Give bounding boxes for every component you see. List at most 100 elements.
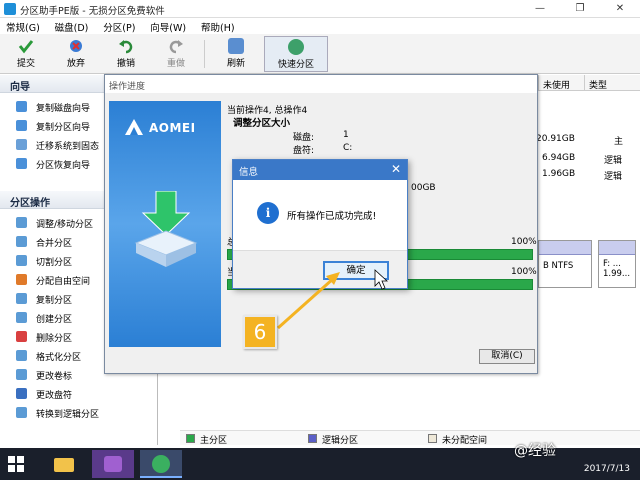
- row1-unused: 20.91GB: [536, 134, 575, 144]
- item-label: 转换到逻辑分区: [36, 410, 100, 420]
- migrate-icon: [16, 139, 27, 150]
- item-label: 删除分区: [36, 334, 73, 344]
- copy-partition-icon: [16, 120, 27, 131]
- create-icon: [16, 312, 27, 323]
- operation-name: 调整分区大小: [233, 118, 291, 129]
- disk-arrow-icon: [134, 191, 198, 267]
- undo-button[interactable]: 撤销: [106, 36, 146, 72]
- brand-name: AOMEI: [149, 121, 196, 135]
- recovery-icon: [16, 158, 27, 169]
- total-percent: 100%: [511, 237, 537, 247]
- file-explorer-icon[interactable]: [44, 450, 86, 478]
- op-drive-letter[interactable]: 更改盘符: [0, 384, 157, 403]
- partition-card-f[interactable]: F: ... 1.99...: [598, 240, 636, 288]
- current-percent: 100%: [511, 267, 537, 277]
- info-footer: 确定: [233, 250, 407, 288]
- col-type[interactable]: 类型: [584, 75, 640, 91]
- brand-panel: AOMEI: [109, 101, 221, 347]
- taskbar-app-purple-icon[interactable]: [92, 450, 134, 478]
- op-convert-logical[interactable]: 转换到逻辑分区: [0, 403, 157, 422]
- minimize-button[interactable]: —: [520, 0, 560, 18]
- item-label: 调整/移动分区: [36, 220, 94, 230]
- discard-button[interactable]: 放弃: [56, 36, 96, 72]
- convert-icon: [16, 407, 27, 418]
- cancel-button[interactable]: 取消(C): [479, 349, 535, 364]
- item-label: 更改盘符: [36, 391, 73, 401]
- partition-card-label: B NTFS: [543, 261, 574, 271]
- col-unused[interactable]: 未使用: [538, 75, 584, 91]
- taskbar-date: 2017/7/13: [583, 464, 630, 474]
- disk-icon: [288, 39, 304, 55]
- aomei-logo-icon: [125, 119, 143, 135]
- partition-usage-bar: [599, 241, 635, 255]
- commit-button[interactable]: 提交: [6, 36, 46, 72]
- partition-f-label: F: ...: [603, 259, 621, 269]
- check-icon: [18, 38, 34, 54]
- commit-label: 提交: [16, 59, 35, 69]
- split-icon: [16, 255, 27, 266]
- info-title-bar: 信息 ✕: [233, 160, 407, 180]
- windows-start-icon[interactable]: [8, 456, 24, 472]
- item-label: 分配自由空间: [36, 277, 91, 287]
- legend-primary: 主分区: [200, 436, 228, 446]
- close-button[interactable]: ✕: [600, 0, 640, 18]
- disk-value: 1: [343, 130, 349, 140]
- copy-disk-icon: [16, 101, 27, 112]
- row3-unused: 1.96GB: [542, 169, 576, 179]
- redo-label: 重做: [166, 59, 185, 69]
- undo-icon: [118, 38, 134, 54]
- delete-icon: [16, 331, 27, 342]
- legend: 主分区 逻辑分区 未分配空间: [180, 430, 640, 446]
- drive-letter-icon: [16, 388, 27, 399]
- size-fragment: 00GB: [411, 183, 436, 193]
- item-label: 切割分区: [36, 258, 73, 268]
- maximize-button[interactable]: ❐: [560, 0, 600, 18]
- discard-label: 放弃: [66, 59, 85, 69]
- drive-label: 盘符:: [293, 146, 315, 156]
- info-title: 信息: [239, 167, 259, 178]
- item-label: 合并分区: [36, 239, 73, 249]
- disk-label: 磁盘:: [293, 133, 315, 143]
- allocate-icon: [16, 274, 27, 285]
- label-icon: [16, 369, 27, 380]
- legend-unallocated: 未分配空间: [442, 436, 488, 446]
- discard-icon: [68, 38, 84, 54]
- item-label: 格式化分区: [36, 353, 82, 363]
- row2-type: 逻辑: [604, 156, 623, 166]
- redo-button[interactable]: 重做: [156, 36, 196, 72]
- progress-title: 操作进度: [105, 75, 537, 93]
- item-label: 复制分区向导: [36, 123, 91, 133]
- partition-assistant-taskbar-icon[interactable]: [140, 450, 182, 478]
- legend-unallocated-swatch: [428, 434, 437, 443]
- drive-value: C:: [343, 143, 353, 153]
- info-dialog: 信息 ✕ i 所有操作已成功完成! 确定: [232, 159, 408, 289]
- info-icon: i: [257, 202, 279, 224]
- item-label: 复制磁盘向导: [36, 104, 91, 114]
- step-badge: 6: [243, 315, 277, 349]
- refresh-button[interactable]: 刷新: [216, 36, 256, 72]
- item-label: 迁移系统到固态: [36, 142, 100, 152]
- item-label: 复制分区: [36, 296, 73, 306]
- menu-bar: 常规(G) 磁盘(D) 分区(P) 向导(W) 帮助(H): [0, 18, 640, 34]
- merge-icon: [16, 236, 27, 247]
- item-label: 更改卷标: [36, 372, 73, 382]
- partition-f-size: 1.99...: [603, 269, 631, 279]
- info-message: 所有操作已成功完成!: [287, 211, 377, 222]
- title-bar: 分区助手PE版 - 无损分区免费软件 — ❐ ✕: [0, 0, 640, 18]
- refresh-label: 刷新: [226, 59, 245, 69]
- item-label: 分区恢复向导: [36, 161, 91, 171]
- partition-card[interactable]: B NTFS: [538, 240, 592, 288]
- item-label: 创建分区: [36, 315, 73, 325]
- row1-type: 主: [614, 137, 624, 147]
- undo-label: 撤销: [116, 59, 135, 69]
- info-body: i 所有操作已成功完成!: [233, 180, 407, 250]
- legend-primary-swatch: [186, 434, 195, 443]
- refresh-icon: [228, 38, 244, 54]
- copy-icon: [16, 293, 27, 304]
- toolbar: 提交 放弃 撤销 重做 刷新 快速分区: [0, 34, 640, 74]
- info-close-icon[interactable]: ✕: [391, 162, 401, 176]
- legend-logical: 逻辑分区: [322, 436, 359, 446]
- resize-icon: [16, 217, 27, 228]
- ok-button[interactable]: 确定: [323, 261, 389, 280]
- quick-partition-button[interactable]: 快速分区: [264, 36, 328, 72]
